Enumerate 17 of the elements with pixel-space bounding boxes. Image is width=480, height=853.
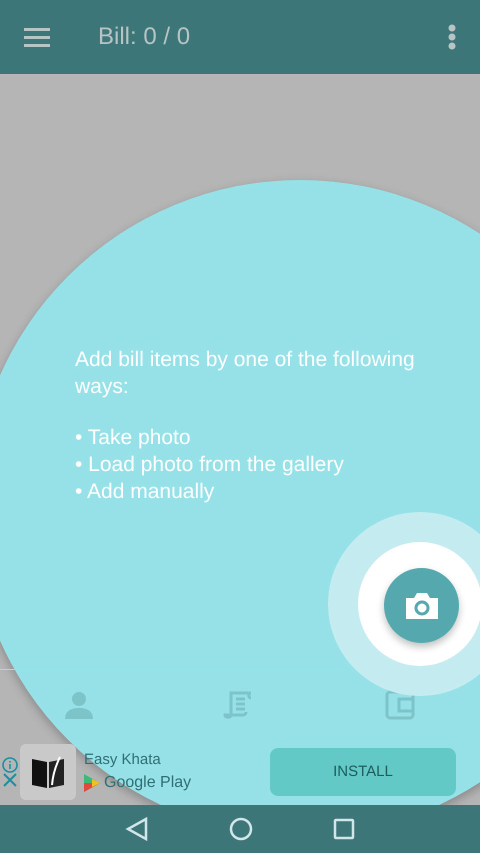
app-logo [20, 744, 76, 800]
tutorial-option: • Add manually [75, 478, 455, 505]
screen-title: Bill: 0 / 0 [98, 22, 190, 52]
info-icon[interactable] [2, 757, 18, 773]
more-options-icon[interactable] [448, 24, 456, 50]
recents-icon[interactable] [333, 818, 355, 840]
menu-icon[interactable] [24, 27, 50, 47]
home-icon[interactable] [229, 817, 253, 841]
close-icon[interactable] [3, 773, 17, 787]
wallet-icon[interactable] [385, 690, 415, 720]
camera-icon [404, 592, 438, 620]
tutorial-option: • Take photo [75, 424, 455, 451]
install-button[interactable]: INSTALL [270, 748, 456, 796]
back-icon[interactable] [125, 817, 149, 841]
tutorial-heading: Add bill items by one of the following ways: [75, 347, 416, 400]
play-store-icon [84, 774, 100, 792]
tutorial-option: • Load photo from the gallery [75, 451, 455, 478]
